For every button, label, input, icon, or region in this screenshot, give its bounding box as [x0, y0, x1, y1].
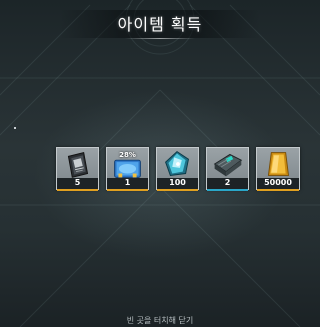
- rarity-strip: [207, 189, 248, 191]
- close-hint-text: 빈 곳을 터치해 닫기: [126, 316, 194, 325]
- crate-badge-label: 28%: [119, 151, 136, 159]
- reward-item-list: 5 28% 1 100 2 50000: [56, 147, 300, 191]
- title-divider: [125, 38, 195, 39]
- item-count: 50000: [257, 178, 299, 189]
- reward-item-crate[interactable]: 28% 1: [106, 147, 149, 191]
- rarity-strip: [57, 189, 98, 191]
- reward-item-document[interactable]: 5: [56, 147, 99, 191]
- reward-item-crystal[interactable]: 100: [156, 147, 199, 191]
- ambient-particle: [14, 127, 16, 129]
- reward-item-module[interactable]: 2: [206, 147, 249, 191]
- rarity-strip: [257, 189, 299, 191]
- gold-bar-icon: [267, 152, 290, 176]
- document-card-icon: [67, 151, 89, 178]
- reward-item-gold[interactable]: 50000: [256, 147, 300, 191]
- rarity-strip: [107, 189, 148, 191]
- popup-title: 아이템 획득: [117, 15, 203, 34]
- item-count: 5: [57, 178, 98, 189]
- item-count: 2: [207, 178, 248, 189]
- rarity-strip: [157, 189, 198, 191]
- reward-popup-scene[interactable]: 아이템 획득 5 28% 1 100 2 50000 빈 곳을 터치해 닫기: [0, 0, 320, 327]
- ammo-module-icon: [213, 153, 243, 177]
- item-count: 1: [107, 178, 148, 189]
- item-count: 100: [157, 178, 198, 189]
- crystal-core-icon: [165, 151, 189, 176]
